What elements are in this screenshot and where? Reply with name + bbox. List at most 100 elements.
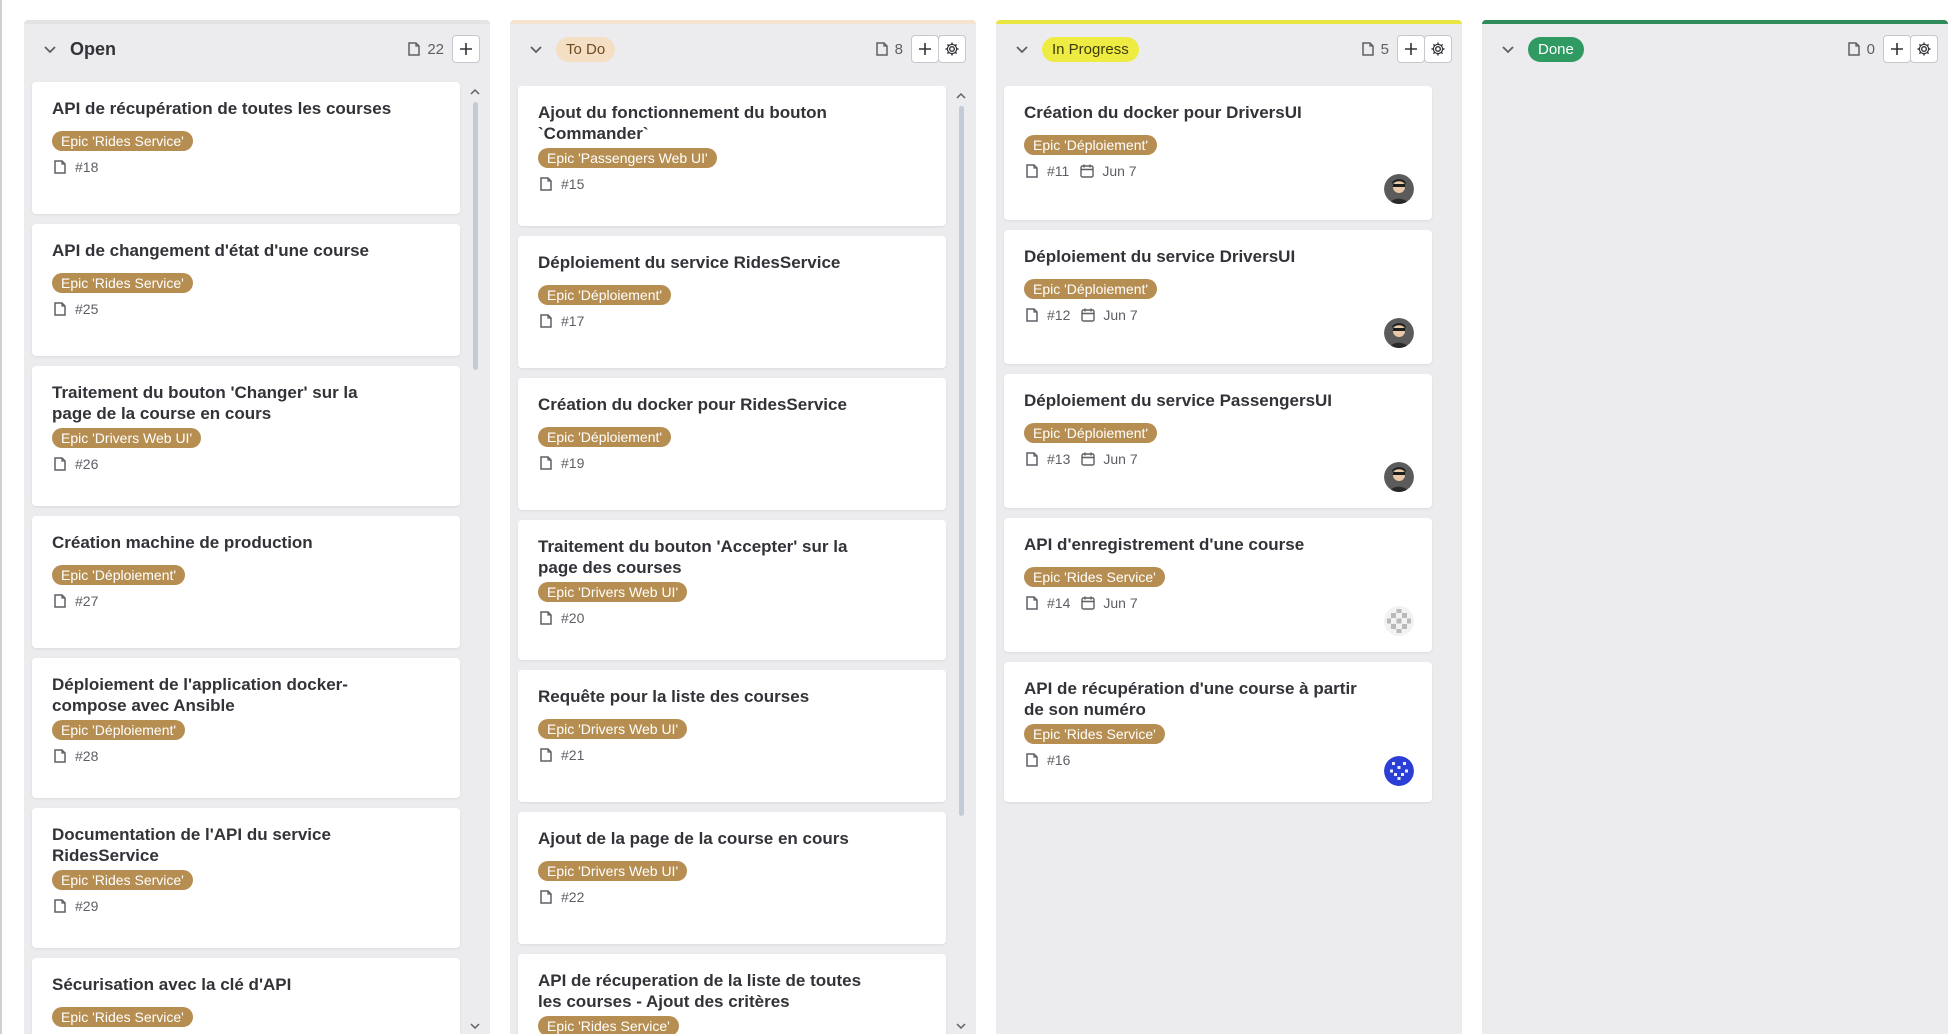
issue-icon xyxy=(54,160,66,174)
issue-card[interactable]: API de récuperation de la liste de toute… xyxy=(518,954,946,1034)
issue-title[interactable]: Déploiement de l'application docker-comp… xyxy=(52,674,392,716)
issue-title[interactable]: API de récuperation de la liste de toute… xyxy=(538,970,878,1012)
add-issue-button[interactable] xyxy=(1397,35,1425,63)
list-settings-button[interactable] xyxy=(1424,35,1452,63)
epic-label[interactable]: Epic 'Rides Service' xyxy=(52,273,193,293)
issue-number: #11 xyxy=(1047,163,1070,179)
epic-label[interactable]: Epic 'Rides Service' xyxy=(1024,567,1165,587)
epic-label[interactable]: Epic 'Passengers Web UI' xyxy=(538,148,717,168)
epic-label[interactable]: Epic 'Rides Service' xyxy=(52,131,193,151)
epic-label[interactable]: Epic 'Déploiement' xyxy=(538,285,672,305)
issue-icon xyxy=(54,899,66,913)
issue-card[interactable]: Déploiement du service RidesService Epic… xyxy=(518,236,946,368)
list-settings-button[interactable] xyxy=(1910,35,1938,63)
issue-title[interactable]: API d'enregistrement d'une course xyxy=(1024,534,1364,555)
chevron-down-icon[interactable] xyxy=(956,1020,966,1032)
issue-icon xyxy=(1026,753,1038,767)
assignee-avatar[interactable] xyxy=(1384,756,1414,786)
issue-icon xyxy=(54,749,66,763)
chevron-up-icon[interactable] xyxy=(956,90,966,102)
issue-number: #13 xyxy=(1047,451,1071,467)
issue-meta: #27 xyxy=(52,593,440,609)
issue-card[interactable]: API de récupération d'une course à parti… xyxy=(1004,662,1432,802)
issue-title[interactable]: Création du docker pour DriversUI xyxy=(1024,102,1364,123)
issue-title[interactable]: Traitement du bouton 'Changer' sur la pa… xyxy=(52,382,392,424)
add-issue-button[interactable] xyxy=(911,35,939,63)
plus-icon xyxy=(919,43,931,55)
issue-title[interactable]: Déploiement du service DriversUI xyxy=(1024,246,1364,267)
issue-title[interactable]: Traitement du bouton 'Accepter' sur la p… xyxy=(538,536,878,578)
epic-label[interactable]: Epic 'Rides Service' xyxy=(52,870,193,890)
issue-meta: #21 xyxy=(538,747,926,763)
assignee-avatar[interactable] xyxy=(1384,462,1414,492)
scrollbar-thumb[interactable] xyxy=(473,102,478,370)
epic-label[interactable]: Epic 'Déploiement' xyxy=(52,565,186,585)
epic-label[interactable]: Epic 'Déploiement' xyxy=(1024,423,1158,443)
chevron-down-icon[interactable] xyxy=(470,1020,480,1032)
issue-title[interactable]: Ajout du fonctionnement du bouton `Comma… xyxy=(538,102,878,144)
issue-card[interactable]: Création du docker pour DriversUI Epic '… xyxy=(1004,86,1432,220)
add-issue-button[interactable] xyxy=(452,35,480,63)
chevron-down-icon[interactable] xyxy=(1010,37,1034,61)
issue-card[interactable]: Ajout de la page de la course en cours E… xyxy=(518,812,946,944)
issue-card[interactable]: Traitement du bouton 'Changer' sur la pa… xyxy=(32,366,460,506)
issue-card[interactable]: Création machine de production Epic 'Dép… xyxy=(32,516,460,648)
issue-card[interactable]: Déploiement du service PassengersUI Epic… xyxy=(1004,374,1432,508)
column-done: Done 0 xyxy=(1482,20,1948,1034)
assignee-avatar[interactable] xyxy=(1384,174,1414,204)
column-header-open: Open 22 xyxy=(24,24,490,74)
epic-label[interactable]: Epic 'Drivers Web UI' xyxy=(52,428,202,448)
epic-label[interactable]: Epic 'Déploiement' xyxy=(538,427,672,447)
scrollbar[interactable] xyxy=(470,86,480,1034)
issue-icon xyxy=(540,456,552,470)
issue-title[interactable]: API de récupération d'une course à parti… xyxy=(1024,678,1364,720)
issue-card[interactable]: Requête pour la liste des courses Epic '… xyxy=(518,670,946,802)
issue-title[interactable]: Sécurisation avec la clé d'API xyxy=(52,974,392,995)
issue-number: #22 xyxy=(561,889,585,905)
epic-label[interactable]: Epic 'Drivers Web UI' xyxy=(538,719,688,739)
epic-label[interactable]: Epic 'Rides Service' xyxy=(538,1016,679,1034)
assignee-avatar[interactable] xyxy=(1384,606,1414,636)
issue-title[interactable]: Documentation de l'API du service RidesS… xyxy=(52,824,392,866)
assignee-avatar[interactable] xyxy=(1384,318,1414,348)
issue-title[interactable]: Requête pour la liste des courses xyxy=(538,686,878,707)
issue-card[interactable]: Déploiement du service DriversUI Epic 'D… xyxy=(1004,230,1432,364)
add-issue-button[interactable] xyxy=(1883,35,1911,63)
chevron-down-icon[interactable] xyxy=(1496,37,1520,61)
chevron-down-icon[interactable] xyxy=(38,37,62,61)
issue-card[interactable]: Ajout du fonctionnement du bouton `Comma… xyxy=(518,86,946,226)
issue-card[interactable]: API d'enregistrement d'une course Epic '… xyxy=(1004,518,1432,652)
issue-card[interactable]: API de changement d'état d'une course Ep… xyxy=(32,224,460,356)
list-settings-button[interactable] xyxy=(938,35,966,63)
issue-title[interactable]: Création du docker pour RidesService xyxy=(538,394,878,415)
epic-label[interactable]: Epic 'Déploiement' xyxy=(1024,135,1158,155)
chevron-down-icon[interactable] xyxy=(524,37,548,61)
scrollbar[interactable] xyxy=(956,90,966,1034)
issue-meta: #26 xyxy=(52,456,440,472)
issue-meta: #16 xyxy=(1024,752,1412,768)
issue-title[interactable]: Déploiement du service RidesService xyxy=(538,252,878,273)
issue-title[interactable]: Création machine de production xyxy=(52,532,392,553)
issue-icon xyxy=(540,611,552,625)
epic-label[interactable]: Epic 'Rides Service' xyxy=(1024,724,1165,744)
issue-card[interactable]: Déploiement de l'application docker-comp… xyxy=(32,658,460,798)
issue-title[interactable]: Déploiement du service PassengersUI xyxy=(1024,390,1364,411)
issue-card[interactable]: Sécurisation avec la clé d'API Epic 'Rid… xyxy=(32,958,460,1034)
epic-label[interactable]: Epic 'Drivers Web UI' xyxy=(538,582,688,602)
issue-title[interactable]: API de changement d'état d'une course xyxy=(52,240,392,261)
column-title-badge: In Progress xyxy=(1042,36,1139,62)
plus-icon xyxy=(1405,43,1417,55)
issue-title[interactable]: Ajout de la page de la course en cours xyxy=(538,828,878,849)
issue-card[interactable]: Création du docker pour RidesService Epi… xyxy=(518,378,946,510)
issue-card[interactable]: Traitement du bouton 'Accepter' sur la p… xyxy=(518,520,946,660)
epic-label[interactable]: Epic 'Déploiement' xyxy=(1024,279,1158,299)
scrollbar-thumb[interactable] xyxy=(959,106,964,816)
chevron-up-icon[interactable] xyxy=(470,86,480,98)
issue-title[interactable]: API de récupération de toutes les course… xyxy=(52,98,392,119)
issue-card[interactable]: Documentation de l'API du service RidesS… xyxy=(32,808,460,948)
epic-label[interactable]: Epic 'Drivers Web UI' xyxy=(538,861,688,881)
epic-label[interactable]: Epic 'Rides Service' xyxy=(52,1007,193,1027)
issue-number: #17 xyxy=(561,313,585,329)
epic-label[interactable]: Epic 'Déploiement' xyxy=(52,720,186,740)
issue-card[interactable]: API de récupération de toutes les course… xyxy=(32,82,460,214)
